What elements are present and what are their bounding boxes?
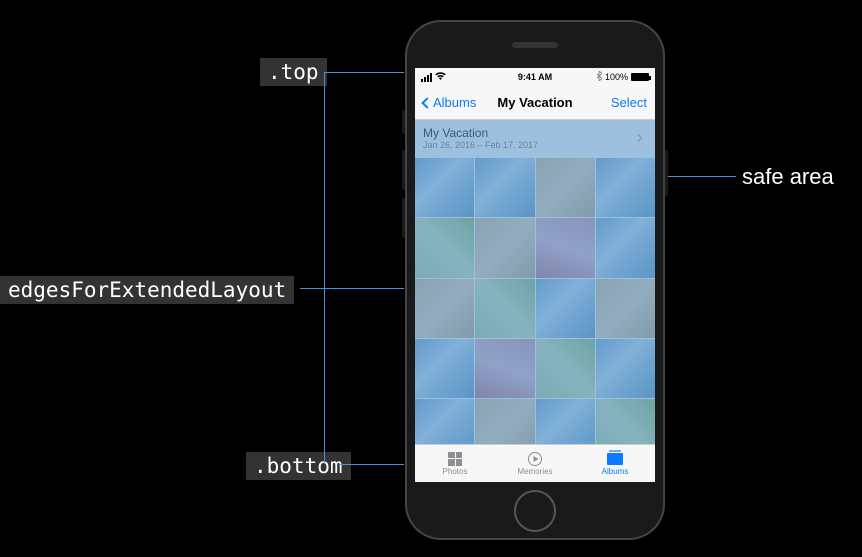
power-btn [665,150,668,196]
photo-thumb[interactable] [415,158,474,217]
photo-thumb[interactable] [475,279,534,338]
pointer-bottom-line [339,464,405,465]
albums-icon [606,452,624,466]
photo-thumb[interactable] [415,339,474,398]
home-button[interactable] [514,490,556,532]
photo-thumb[interactable] [596,218,655,277]
nav-bar: Albums My Vacation Select [415,86,655,120]
pointer-edges-line [300,288,405,289]
photo-thumb[interactable] [415,218,474,277]
content-area: My Vacation Jan 26, 2016 – Feb 17, 2017 [415,120,655,444]
photo-thumb[interactable] [475,158,534,217]
photo-thumb[interactable] [415,279,474,338]
tab-label: Memories [517,467,552,476]
photo-thumb[interactable] [536,399,595,444]
battery-icon [631,73,649,81]
photo-thumb[interactable] [596,279,655,338]
signal-icon [421,73,432,82]
screen: 9:41 AM 100% Albums My Vacation Select M… [415,68,655,482]
select-button[interactable]: Select [611,95,647,110]
iphone-frame: 9:41 AM 100% Albums My Vacation Select M… [405,20,665,540]
photo-thumb[interactable] [596,339,655,398]
annotation-bottom-label: .bottom [246,452,351,480]
battery-pct: 100% [605,72,628,82]
bluetooth-icon [596,71,602,83]
photo-thumb[interactable] [596,399,655,444]
annotation-top-label: .top [260,58,327,86]
volume-down-btn [402,198,405,238]
pointer-vertical-join [324,72,325,464]
photo-thumb[interactable] [536,158,595,217]
tab-memories[interactable]: Memories [495,445,575,482]
section-header[interactable]: My Vacation Jan 26, 2016 – Feb 17, 2017 [415,120,655,158]
tab-label: Albums [602,467,629,476]
tab-bar: Photos Memories Albums [415,444,655,482]
photo-grid [415,158,655,444]
volume-up-btn [402,150,405,190]
annotation-edges-label: edgesForExtendedLayout [0,276,294,304]
memories-icon [526,452,544,466]
photo-thumb[interactable] [536,279,595,338]
status-bar: 9:41 AM 100% [415,68,655,86]
section-title: My Vacation [423,126,538,140]
chevron-right-icon [634,134,642,142]
wifi-icon [435,72,446,82]
mute-switch [402,110,405,134]
tab-photos[interactable]: Photos [415,445,495,482]
photo-thumb[interactable] [415,399,474,444]
photos-icon [446,452,464,466]
pointer-top-line [325,72,405,73]
photo-thumb[interactable] [536,339,595,398]
annotation-safearea-label: safe area [742,164,834,190]
tab-label: Photos [443,467,468,476]
tab-albums[interactable]: Albums [575,445,655,482]
pointer-safearea-line [660,176,736,177]
photo-thumb[interactable] [475,399,534,444]
photo-thumb[interactable] [475,339,534,398]
photo-thumb[interactable] [475,218,534,277]
photo-thumb[interactable] [596,158,655,217]
section-subtitle: Jan 26, 2016 – Feb 17, 2017 [423,140,538,150]
photo-thumb[interactable] [536,218,595,277]
